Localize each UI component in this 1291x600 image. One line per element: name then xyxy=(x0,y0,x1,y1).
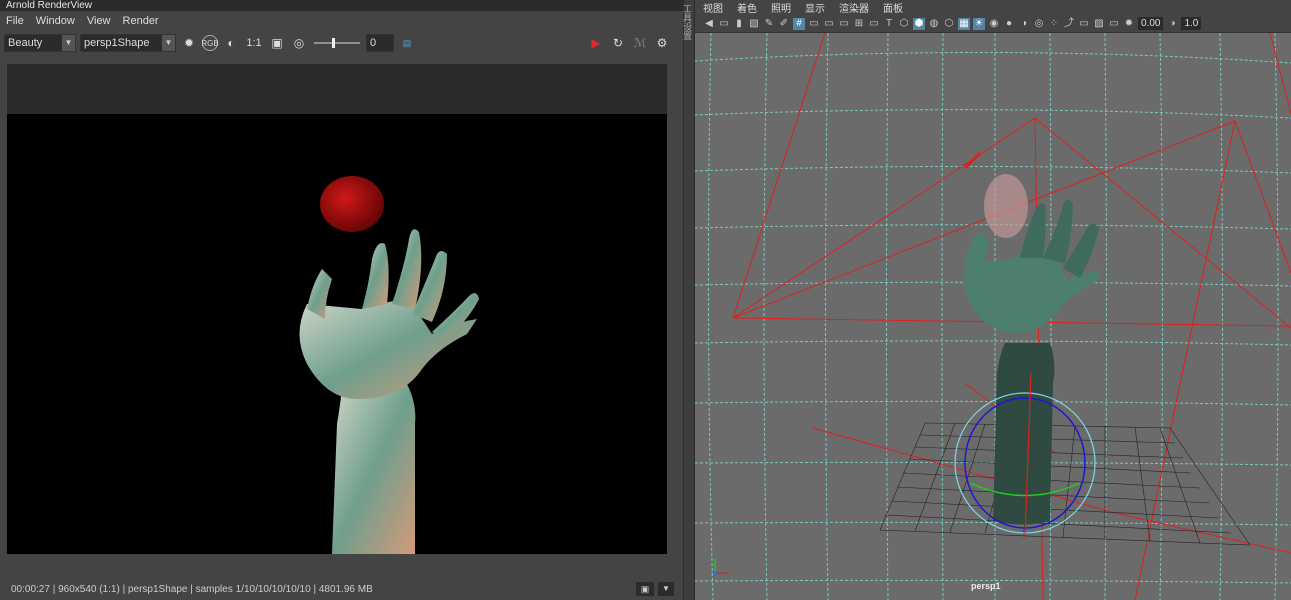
gamma-icon: ◑ xyxy=(1169,17,1176,29)
ambient-occlusion-icon[interactable]: ● xyxy=(1003,18,1015,30)
render-viewport xyxy=(7,64,667,554)
anti-alias-icon[interactable]: ◎ xyxy=(1033,18,1045,30)
xray-components-icon[interactable]: ▭ xyxy=(1108,18,1120,30)
default-material-icon[interactable]: ◍ xyxy=(928,18,940,30)
chevron-down-icon: ▼ xyxy=(62,35,75,51)
tool-settings-tab[interactable]: 工具设置 xyxy=(682,4,694,40)
shadows-icon[interactable]: ◉ xyxy=(988,18,1000,30)
wireframe-on-shaded-icon[interactable]: ⬡ xyxy=(943,18,955,30)
exposure-slider[interactable] xyxy=(312,36,362,50)
aov-dropdown[interactable]: Beauty ▼ xyxy=(4,34,76,52)
sun-icon[interactable]: ✹ xyxy=(180,34,198,52)
camera-value: persp1Shape xyxy=(84,37,150,49)
status-text: 00:00:27 | 960x540 (1:1) | persp1Shape |… xyxy=(11,584,373,595)
crop-region-icon[interactable]: ▣ xyxy=(268,34,286,52)
arnold-render-view: Arnold RenderView File Window View Rende… xyxy=(0,0,683,600)
menu-shading[interactable]: 着色 xyxy=(737,0,757,15)
menu-view[interactable]: View xyxy=(87,15,111,27)
smooth-shade-icon[interactable]: ⬢ xyxy=(913,17,925,30)
gate-mask-icon[interactable]: ▭ xyxy=(838,18,850,30)
lights-icon[interactable]: ☀ xyxy=(973,17,985,30)
exposure-field[interactable]: 0 xyxy=(366,34,394,52)
viewport-toolbar: ◀ ▭ ▮ ▧ ✎ ✐ # ▭ ▭ ▭ ⊞ ▭ T ⬡ ⬢ ◍ ⬡ ▦ ☀ ◉ … xyxy=(695,15,1291,33)
camera-attributes-icon[interactable]: ▭ xyxy=(718,18,730,30)
menu-file[interactable]: File xyxy=(6,15,24,27)
aov-value: Beauty xyxy=(8,37,43,49)
alpha-checker-icon[interactable]: ◐ xyxy=(222,34,240,52)
menu-render[interactable]: Render xyxy=(123,15,159,27)
rendered-image xyxy=(7,114,667,554)
field-chart-icon[interactable]: ⊞ xyxy=(853,18,865,30)
gear-icon[interactable]: ⚙ xyxy=(653,34,671,52)
camera-label: persp1 xyxy=(971,581,1001,591)
camera-select-icon[interactable]: ◀ xyxy=(703,18,715,30)
xray-joints-icon[interactable]: ▨ xyxy=(1093,18,1105,30)
bookmark-icon[interactable]: ▮ xyxy=(733,18,745,30)
textured-icon[interactable]: ▦ xyxy=(958,17,970,30)
isolate-select-icon[interactable]: ⤴ xyxy=(1063,18,1075,30)
2d-pan-zoom-icon[interactable]: ✎ xyxy=(763,18,775,30)
menu-view[interactable]: 视图 xyxy=(703,0,723,15)
viewport-menubar: 视图 着色 照明 显示 渲染器 面板 xyxy=(695,0,1291,15)
ipr-icon[interactable]: ℳ xyxy=(631,34,649,52)
window-title: Arnold RenderView xyxy=(0,0,683,11)
wireframe-icon[interactable]: ⬡ xyxy=(898,18,910,30)
exposure-field[interactable]: 0.00 xyxy=(1138,17,1164,30)
menu-renderer[interactable]: 渲染器 xyxy=(839,0,869,15)
image-plane-icon[interactable]: ▧ xyxy=(748,18,760,30)
chevron-down-icon[interactable]: ▼ xyxy=(658,582,674,596)
render-view-menubar: File Window View Render xyxy=(0,11,683,31)
refresh-icon[interactable]: ↻ xyxy=(609,34,627,52)
menu-window[interactable]: Window xyxy=(36,15,75,27)
rgb-channel-icon[interactable]: RGB xyxy=(201,35,219,51)
gamma-field[interactable]: 1.0 xyxy=(1181,17,1202,30)
grid-icon[interactable]: # xyxy=(793,17,805,30)
menu-panels[interactable]: 面板 xyxy=(883,0,903,15)
snapshot-icon[interactable]: ▣ xyxy=(636,582,654,596)
motion-blur-icon[interactable]: ◑ xyxy=(1018,18,1030,30)
exposure-icon: ✹ xyxy=(1124,17,1134,29)
maya-viewport-panel: 视图 着色 照明 显示 渲染器 面板 ◀ ▭ ▮ ▧ ✎ ✐ # ▭ ▭ ▭ ⊞… xyxy=(695,0,1291,600)
panel-divider[interactable] xyxy=(683,0,695,600)
menu-show[interactable]: 显示 xyxy=(805,0,825,15)
status-bar: 00:00:27 | 960x540 (1:1) | persp1Shape |… xyxy=(0,580,683,600)
3d-scene-viewport[interactable]: persp1 xyxy=(695,33,1291,600)
render-view-toolbar: Beauty ▼ persp1Shape ▼ ✹ RGB ◐ 1:1 ▣ ◎ 0… xyxy=(0,31,683,55)
safe-action-icon[interactable]: ▭ xyxy=(868,18,880,30)
depth-of-field-icon[interactable]: ⁘ xyxy=(1048,18,1060,30)
scene-view xyxy=(695,33,1291,600)
resolution-gate-icon[interactable]: ▭ xyxy=(823,18,835,30)
log-icon[interactable]: ▤ xyxy=(398,34,416,52)
xray-icon[interactable]: ▭ xyxy=(1078,18,1090,30)
ratio-button[interactable]: 1:1 xyxy=(244,34,264,52)
camera-dropdown[interactable]: persp1Shape ▼ xyxy=(80,34,176,52)
film-gate-icon[interactable]: ▭ xyxy=(808,18,820,30)
safe-title-icon[interactable]: T xyxy=(883,18,895,30)
render-play-icon[interactable]: ▶ xyxy=(587,34,605,52)
chevron-down-icon: ▼ xyxy=(162,35,175,51)
exposure-icon: ◎ xyxy=(293,36,305,50)
grease-pencil-icon[interactable]: ✐ xyxy=(778,18,790,30)
menu-lighting[interactable]: 照明 xyxy=(771,0,791,15)
